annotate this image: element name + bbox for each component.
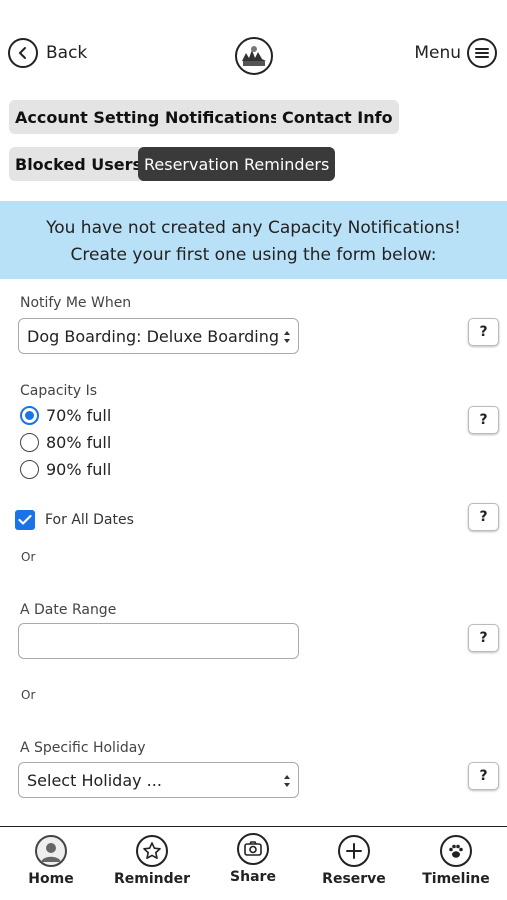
logo[interactable] [235,37,273,75]
nav-label: Reserve [322,871,386,887]
nav-label: Share [230,869,276,885]
menu-label: Menu [414,43,461,63]
chevron-left-icon [8,38,38,68]
nav-reserve[interactable]: Reserve [309,835,399,887]
camera-icon [237,833,269,865]
radio-selected-icon[interactable] [20,406,39,425]
plus-icon [338,835,370,867]
info-banner: You have not created any Capacity Notifi… [0,201,507,279]
date-range-input[interactable] [18,623,299,659]
tab-contact-info[interactable]: Contact Info [276,100,399,134]
help-button-holiday[interactable]: ? [468,762,499,790]
nav-reminder[interactable]: Reminder [107,835,197,887]
radio-label: 90% full [46,460,112,479]
select-arrows-icon [284,775,290,787]
holiday-select-value: Select Holiday ... [27,770,162,790]
notify-label: Notify Me When [20,295,132,311]
radio-option-70[interactable]: 70% full [20,406,111,425]
tab-blocked-users[interactable]: Blocked Users [9,147,149,181]
or-separator: Or [21,688,36,702]
select-arrows-icon [284,331,290,343]
all-dates-checkbox-row[interactable]: For All Dates [15,510,134,530]
all-dates-label: For All Dates [45,512,134,528]
help-button-capacity[interactable]: ? [468,406,499,434]
hamburger-icon [467,38,497,68]
radio-icon[interactable] [20,460,39,479]
nav-label: Reminder [113,871,191,887]
nav-timeline[interactable]: Timeline [411,835,501,887]
help-button-all-dates[interactable]: ? [468,503,499,531]
nav-label: Home [28,871,74,887]
back-button[interactable]: Back [8,38,87,68]
banner-line-1: You have not created any Capacity Notifi… [46,218,461,238]
notify-select-value: Dog Boarding: Deluxe Boarding [27,326,280,346]
date-range-label: A Date Range [20,602,117,618]
holiday-select[interactable]: Select Holiday ... [18,762,299,798]
nav-label: Timeline [422,871,490,887]
tab-account-settings[interactable]: Account Settings [9,100,175,134]
radio-label: 70% full [46,406,112,425]
radio-option-80[interactable]: 80% full [20,433,111,452]
nav-share[interactable]: Share [208,833,298,885]
checkbox-checked-icon[interactable] [15,510,35,530]
star-icon [136,835,168,867]
bottom-nav: Home Reminder Share Reserve Timeline [0,826,507,900]
help-button-notify[interactable]: ? [468,318,499,346]
nav-home[interactable]: Home [6,835,96,887]
or-separator: Or [21,550,36,564]
avatar-icon [35,835,67,867]
tab-notifications[interactable]: Notifications [159,100,286,134]
notify-select[interactable]: Dog Boarding: Deluxe Boarding [18,318,299,354]
radio-icon[interactable] [20,433,39,452]
radio-option-90[interactable]: 90% full [20,460,111,479]
radio-label: 80% full [46,433,112,452]
holiday-label: A Specific Holiday [20,740,146,756]
menu-button[interactable]: Menu [414,38,497,68]
back-label: Back [46,43,88,63]
capacity-label: Capacity Is [20,383,98,399]
paw-icon [440,835,472,867]
header: Back Menu [0,30,507,76]
tab-reservation-reminders[interactable]: Reservation Reminders [138,147,336,181]
help-button-date-range[interactable]: ? [468,624,499,652]
banner-line-2: Create your first one using the form bel… [70,245,437,265]
